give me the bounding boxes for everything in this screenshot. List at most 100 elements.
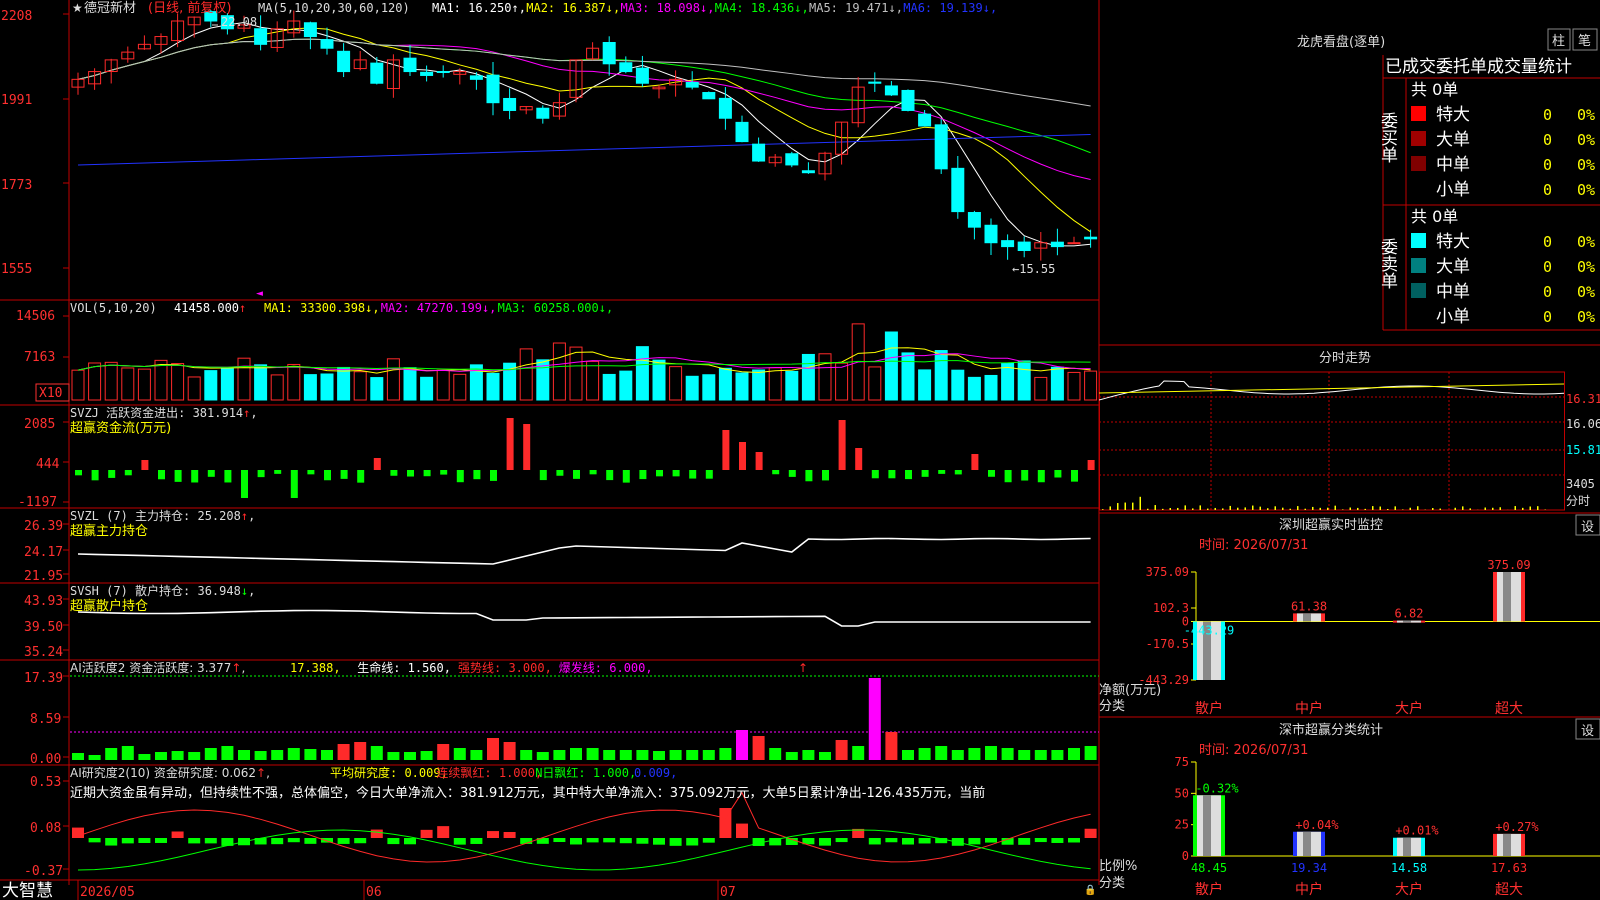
volume-bar [785,370,799,401]
research-bar [885,838,898,843]
row-count: 0 [1543,156,1552,174]
row-pct: 0% [1577,156,1595,174]
intraday-vol-bar [1199,505,1201,510]
research-bar [868,838,881,845]
research-bar [304,838,317,844]
svzj-bar [988,470,995,477]
candlesticks[interactable] [71,9,1098,261]
sz-class-panel[interactable]: 深市超赢分类统计 设 时间: 2026/07/31 75 50 25 048.45 -0… [1099,718,1600,898]
intraday-vol-bar [1469,508,1471,510]
volume-bar [1001,362,1015,401]
activity-bar [88,755,101,760]
star-icon[interactable]: ★ [72,1,83,15]
svzl-panel[interactable]: SVZL (7) 主力持仓: 25.208↑, 超赢主力持仓 26.39 24.… [24,508,1091,584]
tab-filled[interactable]: 已成交 [1385,57,1436,77]
category-label: 散户 [1195,881,1223,898]
row-pct: 0% [1577,106,1595,124]
research-bar [586,838,599,843]
intraday-vol-bar [1372,506,1374,510]
svzj-bar [838,420,846,470]
activity-bar [852,746,865,760]
ytick-label: 3405 [1566,477,1595,491]
legend-item: 平均研究度: 0.009, [330,765,448,780]
category-label: 散户 [1195,700,1223,717]
volume-panel[interactable]: VOL(5,10,20) 41458.000↑ MA1: 33300.398↓,… [16,301,1098,402]
bar-shade [1503,572,1511,622]
bar-change: +0.04% [1295,818,1339,832]
lock-icon[interactable]: 🔒 [1084,884,1096,896]
main-price-panel[interactable]: 22.08 ←15.55 ★ 德冠新材 (日线, 前复权) MA(5,10,20… [1,0,1098,299]
research-bar [354,838,367,844]
intraday-vol-bar [1124,502,1126,510]
row-pct: 0% [1577,283,1595,301]
ytick-label: 7163 [24,350,55,365]
svzj-bar [656,470,663,477]
svzj-bar [91,470,99,481]
activity-bar [503,742,516,760]
svzj-bar [373,458,381,470]
activity-bar [951,750,964,760]
svzj-bar [1054,470,1062,478]
ytick-label: 25 [1175,818,1189,832]
activity-bar [121,746,134,760]
ai-research-panel[interactable]: AI研究度2(10) 资金研究度: 0.062↑, 平均研究度: 0.009,连… [24,765,1097,879]
activity-bar [968,748,981,760]
candle-body [984,224,998,244]
settings-label: 设 [1581,520,1594,535]
volume-bar [901,352,915,401]
bar-shade [1403,620,1411,623]
ai1-title: AI活跃度2 资金活跃度: 3.377↑, [70,660,245,675]
sz-monitor-panel[interactable]: 深圳超赢实时监控 设 时间: 2026/07/31 375.09102.30-1… [1099,514,1600,717]
stock-name[interactable]: 德冠新材 [84,0,136,16]
svzj-bar [755,452,763,470]
xtick-label: 06 [366,885,382,900]
intraday-vol-bar [1402,509,1404,510]
svzj-bar [689,470,697,479]
svzj-bar [905,470,912,480]
svzj-bar [324,470,331,481]
activity-bar [337,744,350,760]
activity-bar [171,751,184,760]
intraday-vol-bar [1132,502,1134,510]
bar-shade [1403,837,1411,856]
candle-body [1050,241,1064,248]
volume-bar [254,364,268,401]
research-bar [553,838,566,843]
category-label: 中户 [1295,700,1323,717]
candle-body [254,28,268,45]
research-bar [105,838,118,846]
tab-orders[interactable]: 委托单 [1436,57,1487,77]
ytick-label: 15.81 [1566,443,1600,457]
svzj-bar [921,470,929,477]
kline-chart-area[interactable]: 22.08 ←15.55 ★ 德冠新材 (日线, 前复权) MA(5,10,20… [0,0,1100,900]
activity-bar [1018,750,1031,760]
research-bar [470,838,483,844]
activity-bar [553,750,566,760]
activity-bar [719,748,732,760]
svsh-panel[interactable]: SVSH (7) 散户持仓: 36.948↓, 超赢散户持仓 43.93 39.… [24,583,1091,660]
volume-bar [602,373,616,401]
bar-value: 61.38 [1291,599,1327,613]
intraday-panel[interactable]: 分时走势 16.31 16.06 15.81 3405 分时 [1099,350,1600,511]
svzj-bar [241,470,248,498]
total-count: 共 0单 [1411,207,1458,226]
activity-bar [1001,748,1014,760]
activity-bar [769,748,782,760]
legend-item: MA1: 16.250↑, [432,1,526,15]
candle-body [934,124,948,170]
total-count: 共 0单 [1411,80,1458,99]
ytick-label: 102.3 [1153,601,1189,615]
ai-activity-panel[interactable]: AI活跃度2 资金活跃度: 3.377↑, 17.388, 生命线: 1.560,… [24,660,1099,767]
ai2-comment: 近期大资金虽有异动，但持续性不强，总体偏空，今日大单净流入：381.912万元，… [70,785,985,801]
ytick-label: 1555 [1,262,32,277]
period-label[interactable]: (日线, 前复权) [148,0,231,16]
intraday-vol-bar [1282,507,1284,510]
right-sidebar[interactable]: 龙虎看盘(逐单) 柱 笔 已成交 委托单 成交量统计 委买单共 0单特大 0 0%大… [1099,0,1600,900]
dragon-tiger-panel[interactable]: 龙虎看盘(逐单) 柱 笔 已成交 委托单 成交量统计 委买单共 0单特大 0 0%大… [1297,28,1600,331]
volume-bar [237,357,251,401]
row-pct: 0% [1577,308,1595,326]
svzj-panel[interactable]: SVZJ 活跃资金进出: 381.914↑, 超赢资金流(万元) 2085 44… [18,405,1095,510]
intraday-vol-bar [1432,508,1434,510]
tab-volume-stats[interactable]: 成交量统计 [1487,57,1572,77]
intraday-vol-bar [1529,506,1531,510]
